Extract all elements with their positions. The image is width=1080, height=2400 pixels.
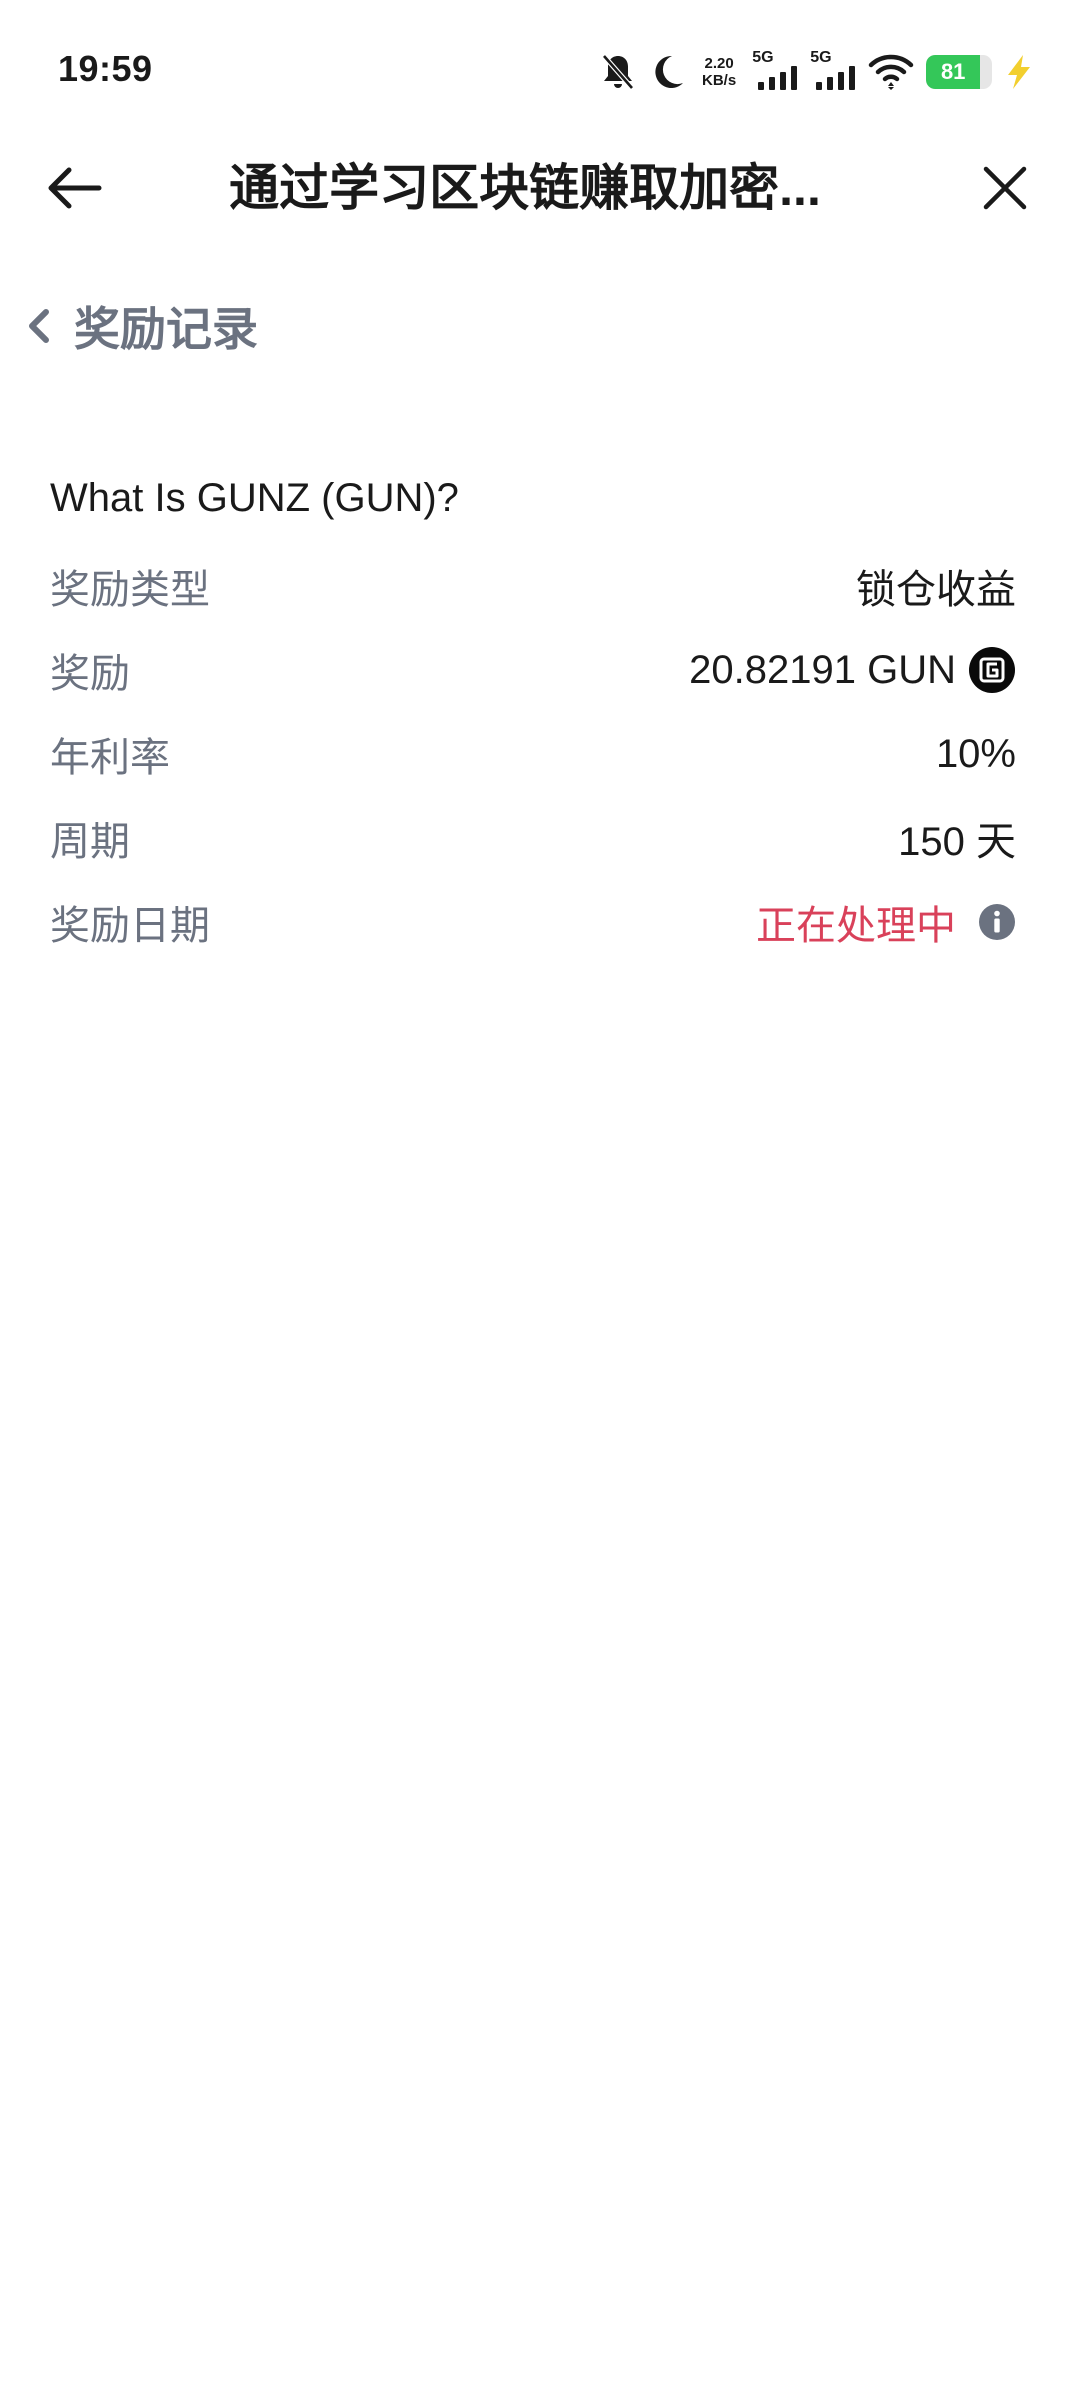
- detail-label: 奖励类型: [50, 568, 210, 612]
- moon-icon: [655, 55, 683, 88]
- sub-header-back[interactable]: 奖励记录: [20, 290, 258, 362]
- reward-type-value: 锁仓收益: [856, 568, 1016, 612]
- detail-label: 奖励: [50, 652, 130, 696]
- chevron-left-icon: [20, 301, 56, 351]
- period-value: 150 天: [898, 820, 1016, 864]
- info-icon[interactable]: [978, 903, 1016, 941]
- detail-row-period: 周期 150 天: [50, 796, 1016, 880]
- signal-group-1: 5G: [752, 50, 798, 94]
- course-title: What Is GUNZ (GUN)?: [50, 476, 459, 520]
- reward-date-status: 正在处理中: [756, 904, 956, 948]
- detail-value: 10%: [936, 732, 1016, 777]
- page-title: 通过学习区块链赚取加密...: [229, 160, 821, 216]
- close-button[interactable]: [970, 158, 1040, 218]
- detail-value: 20.82191 GUN: [689, 646, 1016, 694]
- detail-row-reward-date: 奖励日期 正在处理中: [50, 880, 1016, 964]
- detail-label: 年利率: [50, 736, 170, 780]
- signal-2-label: 5G: [810, 49, 832, 66]
- battery-icon: 81: [926, 55, 993, 89]
- detail-value: 正在处理中: [756, 893, 1016, 951]
- apr-value: 10%: [935, 731, 1016, 776]
- nav-header: 通过学习区块链赚取加密...: [0, 140, 1080, 236]
- bell-muted-icon: [602, 54, 634, 90]
- detail-value: 150 天: [898, 809, 1016, 867]
- network-speed-unit: KB/s: [702, 72, 737, 89]
- battery-level: 81: [940, 59, 966, 84]
- signal-icon: [758, 66, 798, 90]
- network-speed: 2.20 KB/s: [702, 55, 736, 89]
- signal-icon: [816, 66, 856, 90]
- status-bar: 19:59 2.20 KB/s 5G 5G 81: [0, 0, 1080, 140]
- reward-amount-value: 20.82191 GUN: [689, 647, 956, 692]
- gun-coin-icon: [969, 647, 1015, 693]
- detail-value: 锁仓收益: [856, 557, 1016, 615]
- detail-label: 奖励日期: [50, 904, 210, 948]
- signal-1-label: 5G: [752, 49, 774, 66]
- network-speed-value: 2.20: [704, 55, 734, 72]
- detail-row-apr: 年利率 10%: [50, 712, 1016, 796]
- section-title: 奖励记录: [74, 303, 258, 355]
- arrow-left-icon: [48, 167, 102, 209]
- signal-group-2: 5G: [810, 50, 856, 94]
- status-icons: 2.20 KB/s 5G 5G 81: [600, 50, 1034, 94]
- status-time: 19:59: [58, 48, 153, 89]
- charging-bolt-icon: [1008, 55, 1031, 89]
- detail-row-reward: 奖励 20.82191 GUN: [50, 628, 1016, 712]
- reward-record: What Is GUNZ (GUN)? 奖励类型 锁仓收益 奖励 20.8219…: [50, 462, 1016, 964]
- back-button[interactable]: [40, 158, 110, 218]
- wifi-icon: [868, 54, 914, 90]
- close-icon: [983, 166, 1027, 210]
- detail-label: 周期: [50, 820, 130, 864]
- detail-row-reward-type: 奖励类型 锁仓收益: [50, 544, 1016, 628]
